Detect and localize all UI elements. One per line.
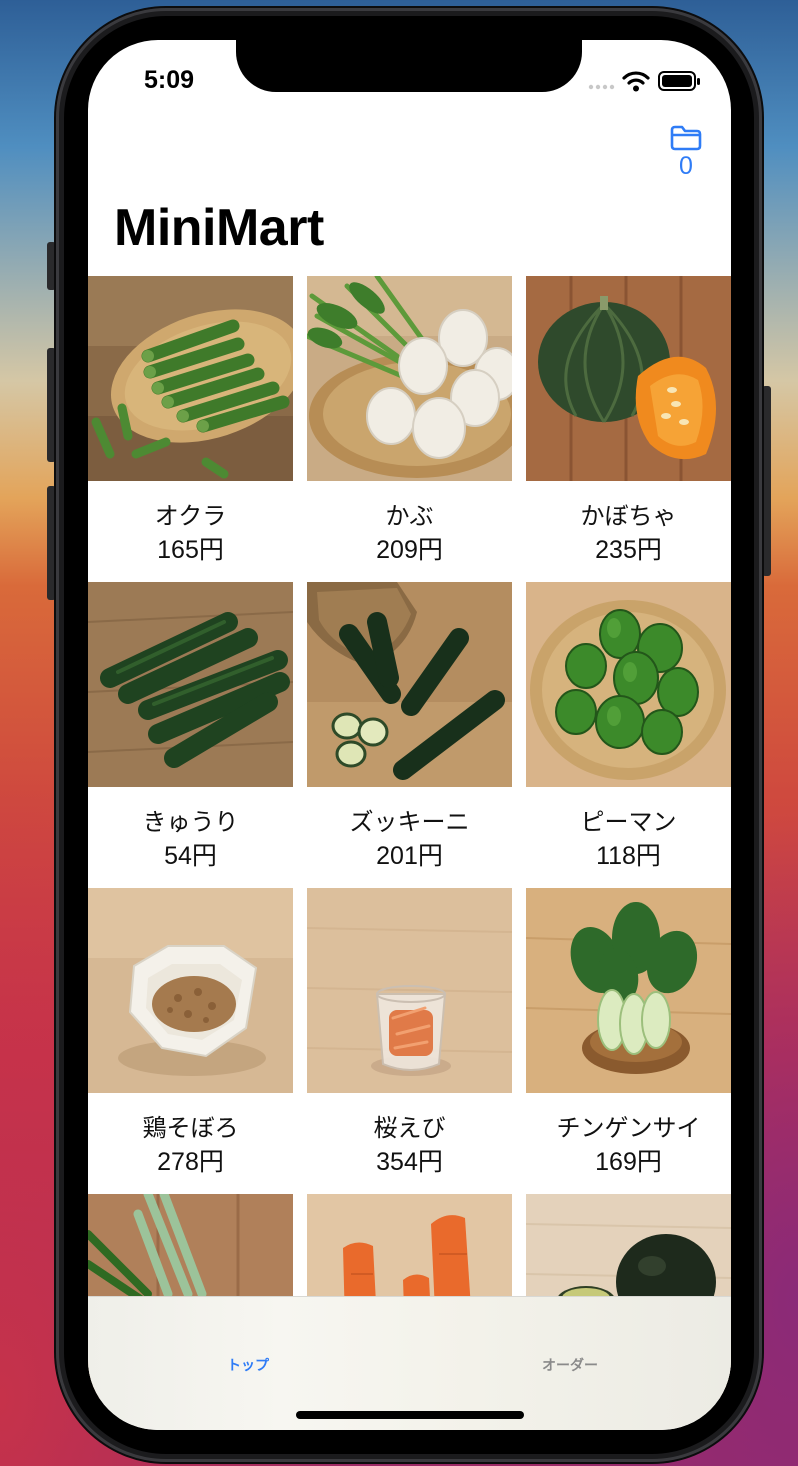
status-time: 5:09 bbox=[144, 66, 195, 94]
product-cell-green-pepper[interactable]: ピーマン 118円 bbox=[526, 582, 731, 882]
volume-down-button bbox=[47, 486, 56, 600]
product-name: オクラ bbox=[154, 502, 227, 530]
notch bbox=[236, 40, 582, 92]
cart-count: 0 bbox=[679, 152, 693, 180]
product-price: 235円 bbox=[595, 536, 662, 564]
app-screen: 5:09 0 MiniMart オクラ 165円 かぶ 209円 かぼちゃ 23… bbox=[88, 40, 731, 1430]
product-cell-zucchini[interactable]: ズッキーニ 201円 bbox=[307, 582, 512, 882]
home-indicator[interactable] bbox=[296, 1411, 524, 1419]
tab-bar: トップ オーダー bbox=[88, 1296, 731, 1430]
product-price: 118円 bbox=[596, 842, 661, 870]
product-price: 169円 bbox=[595, 1148, 662, 1176]
product-cell-cucumber[interactable]: きゅうり 54円 bbox=[88, 582, 293, 882]
wifi-icon bbox=[622, 71, 650, 92]
tab-top[interactable]: トップ bbox=[178, 1355, 318, 1375]
product-price: 209円 bbox=[376, 536, 443, 564]
signal-dots-icon bbox=[588, 84, 615, 90]
product-cell-okra[interactable]: オクラ 165円 bbox=[88, 276, 293, 576]
cucumber-photo bbox=[88, 582, 293, 787]
folder-icon bbox=[670, 125, 702, 151]
okra-photo bbox=[88, 276, 293, 481]
kabocha-photo bbox=[526, 276, 731, 481]
product-name: ズッキーニ bbox=[349, 808, 470, 836]
volume-up-button bbox=[47, 348, 56, 462]
product-price: 354円 bbox=[376, 1148, 443, 1176]
product-cell-kabocha[interactable]: かぼちゃ 235円 bbox=[526, 276, 731, 576]
product-name: きゅうり bbox=[142, 808, 239, 836]
product-cell-chicken-soboro[interactable]: 鶏そぼろ 278円 bbox=[88, 888, 293, 1188]
product-cell-bok-choy[interactable]: チンゲンサイ 169円 bbox=[526, 888, 731, 1188]
cart-button[interactable]: 0 bbox=[666, 124, 706, 184]
product-cell-turnip[interactable]: かぶ 209円 bbox=[307, 276, 512, 576]
battery-icon bbox=[658, 71, 700, 91]
product-name: かぼちゃ bbox=[580, 502, 677, 530]
product-price: 278円 bbox=[157, 1148, 224, 1176]
product-name: ピーマン bbox=[580, 808, 677, 836]
chicken-soboro-photo bbox=[88, 888, 293, 1093]
green-pepper-photo bbox=[526, 582, 731, 787]
silent-switch bbox=[47, 242, 56, 290]
product-price: 54円 bbox=[164, 842, 217, 870]
product-price: 165円 bbox=[157, 536, 224, 564]
product-price: 201円 bbox=[376, 842, 443, 870]
zucchini-photo bbox=[307, 582, 512, 787]
bok-choy-photo bbox=[526, 888, 731, 1093]
sakura-shrimp-photo bbox=[307, 888, 512, 1093]
status-icons bbox=[584, 68, 704, 96]
turnip-photo bbox=[307, 276, 512, 481]
product-name: 鶏そぼろ bbox=[142, 1114, 239, 1142]
product-name: チンゲンサイ bbox=[556, 1114, 701, 1142]
tab-order[interactable]: オーダー bbox=[500, 1355, 640, 1375]
product-name: 桜えび bbox=[373, 1114, 446, 1142]
product-cell-sakura-shrimp[interactable]: 桜えび 354円 bbox=[307, 888, 512, 1188]
power-button bbox=[762, 386, 771, 576]
page-title: MiniMart bbox=[114, 199, 324, 257]
product-name: かぶ bbox=[385, 502, 434, 530]
